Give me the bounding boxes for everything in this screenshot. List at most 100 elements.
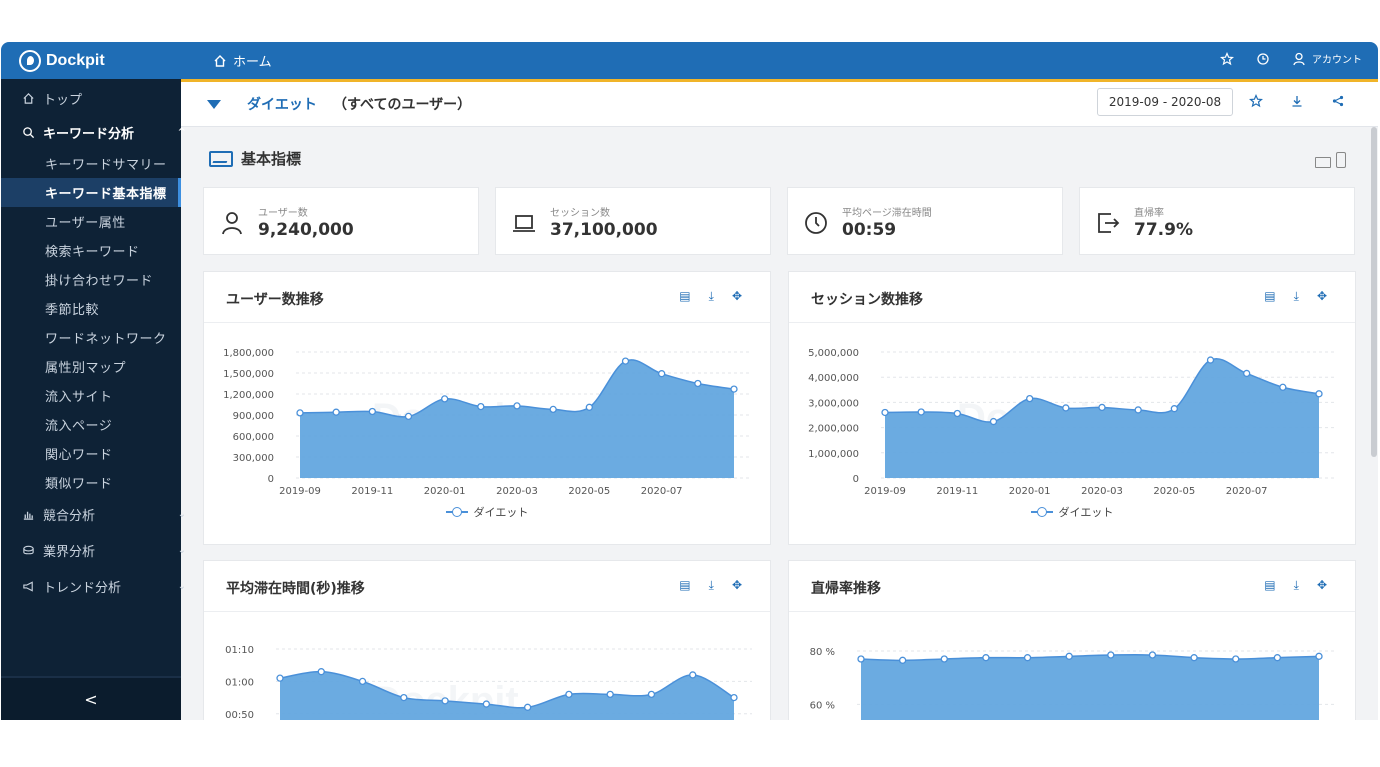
logo-text: Dockpit (46, 52, 105, 69)
breadcrumb-home-label: ホーム (233, 55, 272, 70)
sidebar-item-top[interactable]: トップ (1, 85, 202, 111)
kpi-card-bounce-rate: 直帰率 77.9% (1079, 187, 1355, 255)
kpi-label: 直帰率 (1134, 208, 1164, 219)
sidebar-item-search-keywords[interactable]: 検索キーワード (1, 236, 225, 265)
chevron-down-icon: ⌄ (177, 544, 186, 556)
sidebar-item-word-network[interactable]: ワードネットワーク (1, 323, 225, 352)
account-label: アカウント (1312, 55, 1362, 66)
data-point (1134, 406, 1142, 414)
data-point (585, 403, 593, 411)
report-icon[interactable]: ▤ (679, 289, 690, 304)
download-icon[interactable]: ⤓ (1294, 578, 1299, 593)
home-icon (214, 54, 226, 67)
mobile-icon[interactable] (1336, 152, 1346, 168)
expand-icon[interactable]: ✥ (732, 289, 742, 304)
data-point (441, 395, 449, 403)
bar-chart-icon (23, 511, 34, 520)
sidebar-item-keyword-summary[interactable]: キーワードサマリー (1, 149, 225, 178)
report-icon[interactable]: ▤ (1264, 289, 1275, 304)
clock-icon (805, 212, 827, 234)
app-window: Dockpit ホーム アカウント トップ キーワード分析 ^ キーワードサマリ… (1, 42, 1378, 720)
chart-legend[interactable]: ダイエット (204, 504, 770, 520)
y-tick-label: 900,000 (233, 411, 274, 422)
series-area (300, 359, 734, 478)
report-icon[interactable]: ▤ (1264, 578, 1275, 593)
star-icon[interactable] (1249, 94, 1263, 108)
x-tick-label: 2019-11 (351, 486, 393, 497)
breadcrumb-home[interactable]: ホーム (213, 51, 272, 70)
account-menu[interactable]: アカウント (1292, 51, 1362, 66)
data-point (730, 693, 738, 702)
expand-icon[interactable]: ✥ (1317, 289, 1327, 304)
monitor-chart-icon (209, 150, 233, 167)
download-icon[interactable] (1290, 94, 1304, 108)
kpi-card-users: ユーザー数 9,240,000 (203, 187, 479, 255)
data-point (404, 412, 413, 421)
data-point (1023, 654, 1032, 662)
kpi-value: 37,100,000 (550, 220, 658, 240)
download-icon[interactable]: ⤓ (709, 578, 714, 593)
report-icon[interactable]: ▤ (679, 578, 690, 593)
x-tick-label: 2020-05 (1153, 486, 1195, 497)
search-icon (23, 126, 35, 138)
megaphone-icon (23, 580, 33, 592)
sidebar-group-industry-analysis[interactable]: 業界分析 ⌄ (1, 536, 202, 564)
sidebar-item-attribute-map[interactable]: 属性別マップ (1, 352, 225, 381)
caret-down-icon[interactable] (207, 100, 221, 109)
data-point (953, 409, 961, 418)
expand-icon[interactable]: ✥ (1317, 578, 1327, 593)
y-tick-label: 600,000 (233, 432, 274, 443)
exit-icon (1098, 213, 1120, 233)
sidebar-item-interest-words[interactable]: 関心ワード (1, 439, 225, 468)
x-tick-label: 2020-03 (496, 486, 538, 497)
chart-title: 直帰率推移 (811, 581, 881, 597)
x-tick-label: 2020-07 (641, 486, 683, 497)
kpi-label: セッション数 (550, 208, 610, 219)
download-icon[interactable]: ⤓ (709, 289, 714, 304)
chart-legend[interactable]: ダイエット (789, 504, 1355, 520)
download-icon[interactable]: ⤓ (1294, 289, 1299, 304)
data-point (1279, 383, 1287, 391)
sidebar-item-keyword-basic-metrics[interactable]: キーワード基本指標 (1, 178, 181, 207)
y-tick-label: 0 (268, 474, 274, 485)
expand-icon[interactable]: ✥ (732, 578, 742, 593)
date-range-picker[interactable]: 2019-09 ‐ 2020-08 (1097, 88, 1233, 116)
y-tick-label: 1,200,000 (223, 390, 274, 401)
history-icon[interactable] (1256, 52, 1270, 66)
sidebar-group-competitor-analysis[interactable]: 競合分析 ⌄ (1, 500, 202, 528)
card-tools: ▤ ⤓ ✥ (1264, 578, 1327, 593)
logo[interactable]: Dockpit (19, 48, 105, 74)
sidebar-item-inflow-pages[interactable]: 流入ページ (1, 410, 225, 439)
desktop-icon[interactable] (1315, 157, 1331, 168)
card-header: 直帰率推移 ▤ ⤓ ✥ (789, 561, 1355, 612)
sidebar-item-label: 流入サイト (45, 390, 113, 405)
avg-duration-area-chart: 00:4000:5001:0001:10 (225, 645, 752, 720)
chart-card-bounce-rate: 直帰率推移 ▤ ⤓ ✥ Dockpit 40 %60 %80 % (788, 560, 1356, 720)
data-point (917, 408, 925, 416)
sidebar-group-keyword-analysis[interactable]: キーワード分析 ^ (1, 119, 202, 145)
sidebar-collapse-button[interactable]: < (1, 676, 181, 720)
series-area (861, 654, 1319, 720)
kpi-card-avg-duration: 平均ページ滞在時間 00:59 (787, 187, 1063, 255)
sidebar-item-user-attributes[interactable]: ユーザー属性 (1, 207, 225, 236)
sidebar-item-label: キーワード分析 (43, 126, 135, 142)
sidebar-item-inflow-sites[interactable]: 流入サイト (1, 381, 225, 410)
data-point (898, 656, 907, 664)
data-point (317, 668, 325, 676)
sidebar-group-trend-analysis[interactable]: トレンド分析 ⌄ (1, 572, 202, 600)
data-point (1170, 405, 1178, 413)
share-icon[interactable] (1331, 94, 1345, 108)
x-tick-label: 2020-05 (568, 486, 610, 497)
sidebar-item-season-compare[interactable]: 季節比較 (1, 294, 225, 323)
kpi-card-sessions: セッション数 37,100,000 (495, 187, 771, 255)
star-icon[interactable] (1220, 51, 1234, 66)
coins-icon (23, 545, 34, 554)
y-tick-label: 1,000,000 (808, 449, 859, 460)
card-header: 平均滞在時間(秒)推移 ▤ ⤓ ✥ (204, 561, 770, 612)
sidebar-item-label: トレンド分析 (43, 580, 122, 596)
sidebar-item-combination-words[interactable]: 掛け合わせワード (1, 265, 225, 294)
data-point (400, 693, 408, 702)
sidebar-item-similar-words[interactable]: 類似ワード (1, 468, 225, 497)
data-point (276, 674, 284, 682)
page-scrollbar[interactable] (1371, 127, 1377, 457)
